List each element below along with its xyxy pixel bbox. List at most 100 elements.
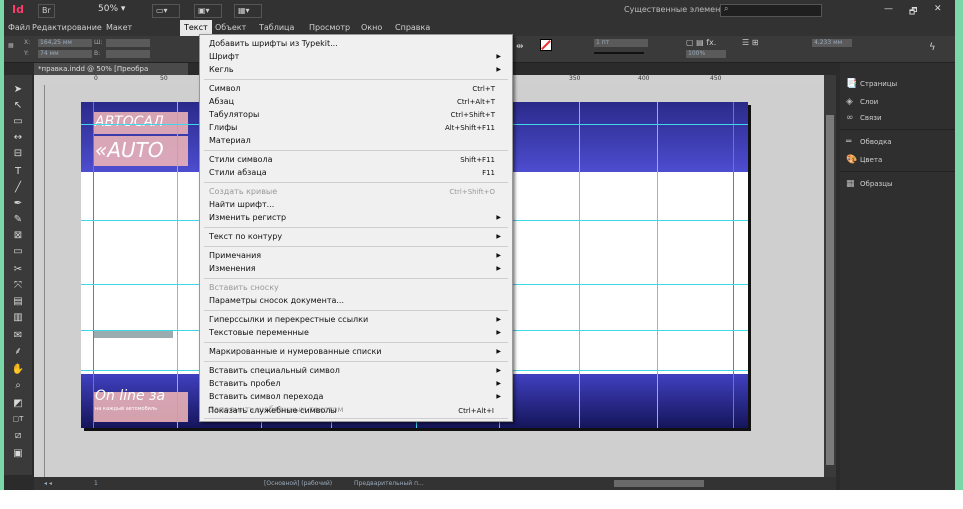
- stroke-weight-field[interactable]: 1 пт: [594, 39, 648, 47]
- panel-divider: [840, 171, 955, 172]
- menu-item-insert-space[interactable]: Вставить пробел ▶: [209, 378, 501, 390]
- gap-tool-icon[interactable]: ↔: [10, 131, 26, 144]
- menu-window[interactable]: Окно: [361, 23, 382, 32]
- panel-layers[interactable]: ◈ Слои: [846, 95, 878, 109]
- maximize-button[interactable]: 🗗: [909, 4, 917, 20]
- menu-edit[interactable]: Редактирование: [32, 23, 102, 32]
- free-transform-tool-icon[interactable]: ⤧: [10, 279, 26, 292]
- menu-item-character[interactable]: Символ Ctrl+T: [209, 83, 501, 95]
- menu-item-glyphs[interactable]: Глифы Alt+Shift+F11: [209, 122, 501, 134]
- menu-item-add-typekit[interactable]: Добавить шрифты из Typekit...: [209, 38, 501, 50]
- zoom-tool-icon[interactable]: ⌕: [10, 379, 26, 392]
- gradient-feather-tool-icon[interactable]: ▥: [10, 311, 26, 324]
- direct-selection-tool-icon[interactable]: ↖: [10, 99, 26, 112]
- panel-color[interactable]: 🎨 Цвета: [846, 153, 882, 167]
- menu-item-paragraph[interactable]: Абзац Ctrl+Alt+T: [209, 96, 501, 108]
- close-button[interactable]: ✕: [934, 4, 942, 14]
- ruler-tick: 50: [160, 75, 168, 82]
- scissors-tool-icon[interactable]: ✂: [10, 263, 26, 276]
- menu-item-insert-break[interactable]: Вставить символ перехода ▶: [209, 391, 501, 403]
- menu-item-change-case[interactable]: Изменить регистр ▶: [209, 212, 501, 224]
- align-icon[interactable]: ☰ ⊞: [742, 38, 758, 47]
- view-options-icon[interactable]: ▭▾: [152, 4, 180, 18]
- menu-item-footnote-options[interactable]: Параметры сносок документа...: [209, 295, 501, 307]
- menu-item-label: Стили символа: [209, 155, 273, 164]
- y-position-field[interactable]: 74 мм: [38, 50, 92, 58]
- bridge-button[interactable]: Br: [38, 4, 55, 18]
- menu-item-size[interactable]: Кегль ▶: [209, 64, 501, 76]
- menu-item-insert-footnote[interactable]: Вставить сноску: [209, 282, 501, 294]
- panel-stroke[interactable]: ═ Обводка: [846, 135, 892, 149]
- gradient-tool-icon[interactable]: ▤: [10, 295, 26, 308]
- opacity-field[interactable]: 100%: [686, 50, 726, 58]
- zoom-dropdown[interactable]: 50% ▾: [98, 4, 125, 14]
- menu-view[interactable]: Просмотр: [309, 23, 350, 32]
- menu-help[interactable]: Справка: [395, 23, 430, 32]
- eyedropper-tool-icon[interactable]: ⸙: [10, 345, 26, 358]
- rectangle-frame-tool-icon[interactable]: ⊠: [10, 229, 26, 242]
- stroke-icon: ═: [846, 137, 852, 147]
- note-tool-icon[interactable]: ✉: [10, 329, 26, 342]
- pencil-tool-icon[interactable]: ✎: [10, 213, 26, 226]
- menu-item-bullets[interactable]: Маркированные и нумерованные списки ▶: [209, 346, 501, 358]
- preflight-status[interactable]: Предварительный п...: [354, 477, 424, 490]
- rectangle-tool-icon[interactable]: ▭: [10, 245, 26, 258]
- x-position-field[interactable]: 164,25 мм: [38, 39, 92, 47]
- menu-item-track-changes[interactable]: Изменения ▶: [209, 263, 501, 275]
- apply-none-icon[interactable]: ⧄: [10, 429, 26, 442]
- page-tool-icon[interactable]: ▭: [10, 115, 26, 128]
- menu-item-tabs[interactable]: Табуляторы Ctrl+Shift+T: [209, 109, 501, 121]
- menu-item-text-variables[interactable]: Текстовые переменные ▶: [209, 327, 501, 339]
- formatting-affects-icon[interactable]: ▢T: [10, 413, 26, 426]
- screen-mode-icon[interactable]: ▣▾: [194, 4, 222, 18]
- pen-tool-icon[interactable]: ✒: [10, 197, 26, 210]
- menu-item-label: Глифы: [209, 123, 238, 132]
- arrange-documents-icon[interactable]: ▦▾: [234, 4, 262, 18]
- menu-layout[interactable]: Макет: [106, 23, 132, 32]
- menu-item-char-styles[interactable]: Стили символа Shift+F11: [209, 154, 501, 166]
- vertical-scrollbar[interactable]: [824, 75, 836, 477]
- panel-swatches[interactable]: ▦ Образцы: [846, 177, 893, 191]
- reference-point-icon[interactable]: ▦: [8, 42, 14, 49]
- menu-object[interactable]: Объект: [215, 23, 246, 32]
- menu-item-find-font[interactable]: Найти шрифт...: [209, 199, 501, 211]
- menu-table[interactable]: Таблица: [259, 23, 294, 32]
- line-tool-icon[interactable]: ╱: [10, 181, 26, 194]
- panel-links[interactable]: ∞ Связи: [846, 111, 882, 125]
- menu-item-story[interactable]: Материал: [209, 135, 501, 147]
- flip-icon[interactable]: ⇹: [516, 42, 524, 52]
- status-bar: ◂ ◂ 1 [Основной] (рабочий) Предварительн…: [34, 477, 836, 490]
- menu-file[interactable]: Файл: [8, 23, 30, 32]
- menu-item-create-outlines[interactable]: Создать кривые Ctrl+Shift+O: [209, 186, 501, 198]
- horizontal-scroll-thumb[interactable]: [614, 480, 704, 487]
- menu-item-insert-special[interactable]: Вставить специальный символ ▶: [209, 365, 501, 377]
- quick-apply-icon[interactable]: ϟ: [929, 42, 936, 53]
- panel-pages[interactable]: 📑 Страницы: [846, 77, 897, 91]
- fill-swatch[interactable]: [540, 39, 552, 51]
- screen-mode-tool-icon[interactable]: ▣: [10, 447, 26, 460]
- height-field[interactable]: [106, 50, 150, 58]
- gap-field[interactable]: 4,233 мм: [812, 39, 852, 47]
- scroll-thumb[interactable]: [826, 115, 834, 465]
- document-tab[interactable]: *правка.indd @ 50% [Преобра: [34, 63, 188, 75]
- menu-item-type-on-path[interactable]: Текст по контуру ▶: [209, 231, 501, 243]
- page-number-field[interactable]: 1: [94, 477, 98, 490]
- stroke-type-selector[interactable]: [594, 52, 644, 54]
- menu-item-para-styles[interactable]: Стили абзаца F11: [209, 167, 501, 179]
- menu-item-font[interactable]: Шрифт ▶: [209, 51, 501, 63]
- fill-stroke-icon[interactable]: ◩: [10, 397, 26, 410]
- page-nav-icon[interactable]: ◂ ◂: [44, 477, 52, 490]
- menu-item-hyperlinks[interactable]: Гиперссылки и перекрестные ссылки ▶: [209, 314, 501, 326]
- search-input[interactable]: ⌕: [720, 4, 822, 17]
- type-tool-icon[interactable]: T: [10, 165, 26, 178]
- frame-fitting-icon[interactable]: ▢ ▤ fx.: [686, 38, 716, 47]
- hand-tool-icon[interactable]: ✋: [10, 363, 26, 376]
- image-frame[interactable]: [93, 330, 173, 338]
- submenu-arrow-icon: ▶: [496, 265, 501, 272]
- selection-tool-icon[interactable]: ➤: [10, 83, 26, 96]
- menu-item-notes[interactable]: Примечания ▶: [209, 250, 501, 262]
- content-collector-icon[interactable]: ⊟: [10, 147, 26, 160]
- minimize-button[interactable]: —: [884, 4, 893, 14]
- width-field[interactable]: [106, 39, 150, 47]
- menu-item-show-hidden[interactable]: Показать служебные символы Ctrl+Alt+I: [208, 405, 500, 417]
